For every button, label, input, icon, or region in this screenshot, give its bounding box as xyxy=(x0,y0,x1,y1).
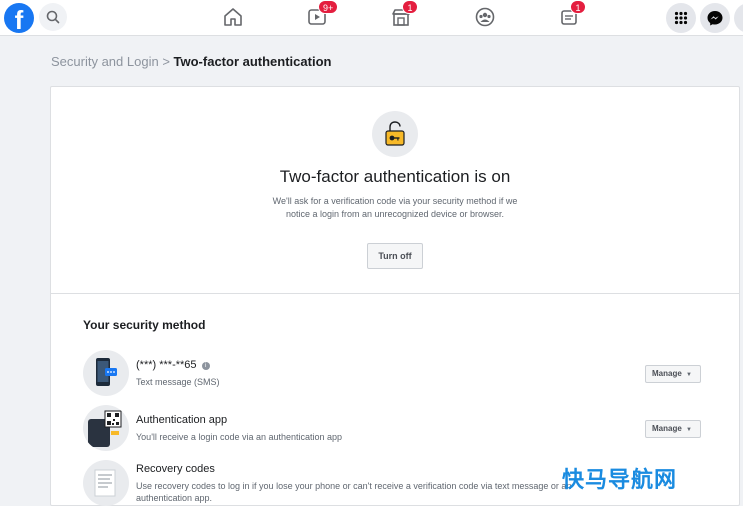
search-icon xyxy=(46,10,60,24)
nav-groups[interactable] xyxy=(473,5,497,29)
status-description: We'll ask for a verification code via yo… xyxy=(272,196,518,219)
auth-app-method-icon xyxy=(83,405,129,451)
auth-app-method-name: Authentication app xyxy=(136,414,228,426)
two-factor-card: Two-factor authentication is on We'll as… xyxy=(50,86,740,506)
watermark-logo: 快马导航网 xyxy=(562,468,678,493)
chevron-down-icon: ▼ xyxy=(686,427,692,433)
nav-home[interactable] xyxy=(221,5,245,29)
info-icon[interactable]: i xyxy=(201,362,210,370)
marketplace-notification-badge: 1 xyxy=(402,0,418,14)
auth-app-method-description: You'll receive a login code via an authe… xyxy=(136,432,343,442)
menu-button[interactable] xyxy=(666,3,696,33)
home-icon xyxy=(224,8,242,26)
lock-open-icon xyxy=(385,121,405,146)
sms-method-description: Text message (SMS) xyxy=(136,377,220,387)
recovery-codes-method-description: Use recovery codes to log in if you lose… xyxy=(136,481,572,503)
breadcrumb-current: Two-factor authentication xyxy=(173,54,332,69)
chevron-down-icon: ▼ xyxy=(686,372,692,378)
sms-manage-button[interactable]: Manage ▼ xyxy=(645,365,701,383)
watch-notification-badge: 9+ xyxy=(318,0,339,14)
section-divider xyxy=(51,293,739,294)
turn-off-button[interactable]: Turn off xyxy=(367,243,423,269)
breadcrumb-parent-link[interactable]: Security and Login xyxy=(51,54,159,69)
search-button[interactable] xyxy=(39,3,67,31)
status-icon-container xyxy=(372,111,418,157)
messenger-icon xyxy=(707,11,723,26)
nav-watch[interactable]: 9+ xyxy=(305,0,339,29)
status-title: Two-factor authentication is on xyxy=(279,167,511,186)
auth-app-manage-label: Manage xyxy=(652,424,682,433)
facebook-logo[interactable]: f xyxy=(4,3,34,33)
recovery-codes-method-name: Recovery codes xyxy=(136,463,215,475)
nav-marketplace[interactable]: 1 xyxy=(389,0,418,29)
nav-gaming[interactable]: 1 xyxy=(557,0,586,29)
account-button[interactable] xyxy=(734,3,743,33)
document-icon xyxy=(94,469,116,497)
phone-icon xyxy=(96,358,117,386)
gaming-notification-badge: 1 xyxy=(570,0,586,14)
auth-app-manage-button[interactable]: Manage ▼ xyxy=(645,420,701,438)
breadcrumb: Security and Login > Two-factor authenti… xyxy=(51,54,331,69)
recovery-codes-method-icon xyxy=(83,460,129,506)
sms-method-name: (***) ***-**65 i xyxy=(136,359,210,371)
top-navigation-bar: f 9+ 1 1 xyxy=(0,0,743,36)
sms-method-icon xyxy=(83,350,129,396)
sms-manage-label: Manage xyxy=(652,369,682,378)
qr-code-icon xyxy=(88,410,122,447)
grid-menu-icon xyxy=(674,11,688,25)
breadcrumb-separator: > xyxy=(162,54,170,69)
groups-icon xyxy=(475,7,495,27)
messenger-button[interactable] xyxy=(700,3,730,33)
phone-number: (***) ***-**65 xyxy=(136,359,197,371)
security-method-heading: Your security method xyxy=(83,318,206,332)
